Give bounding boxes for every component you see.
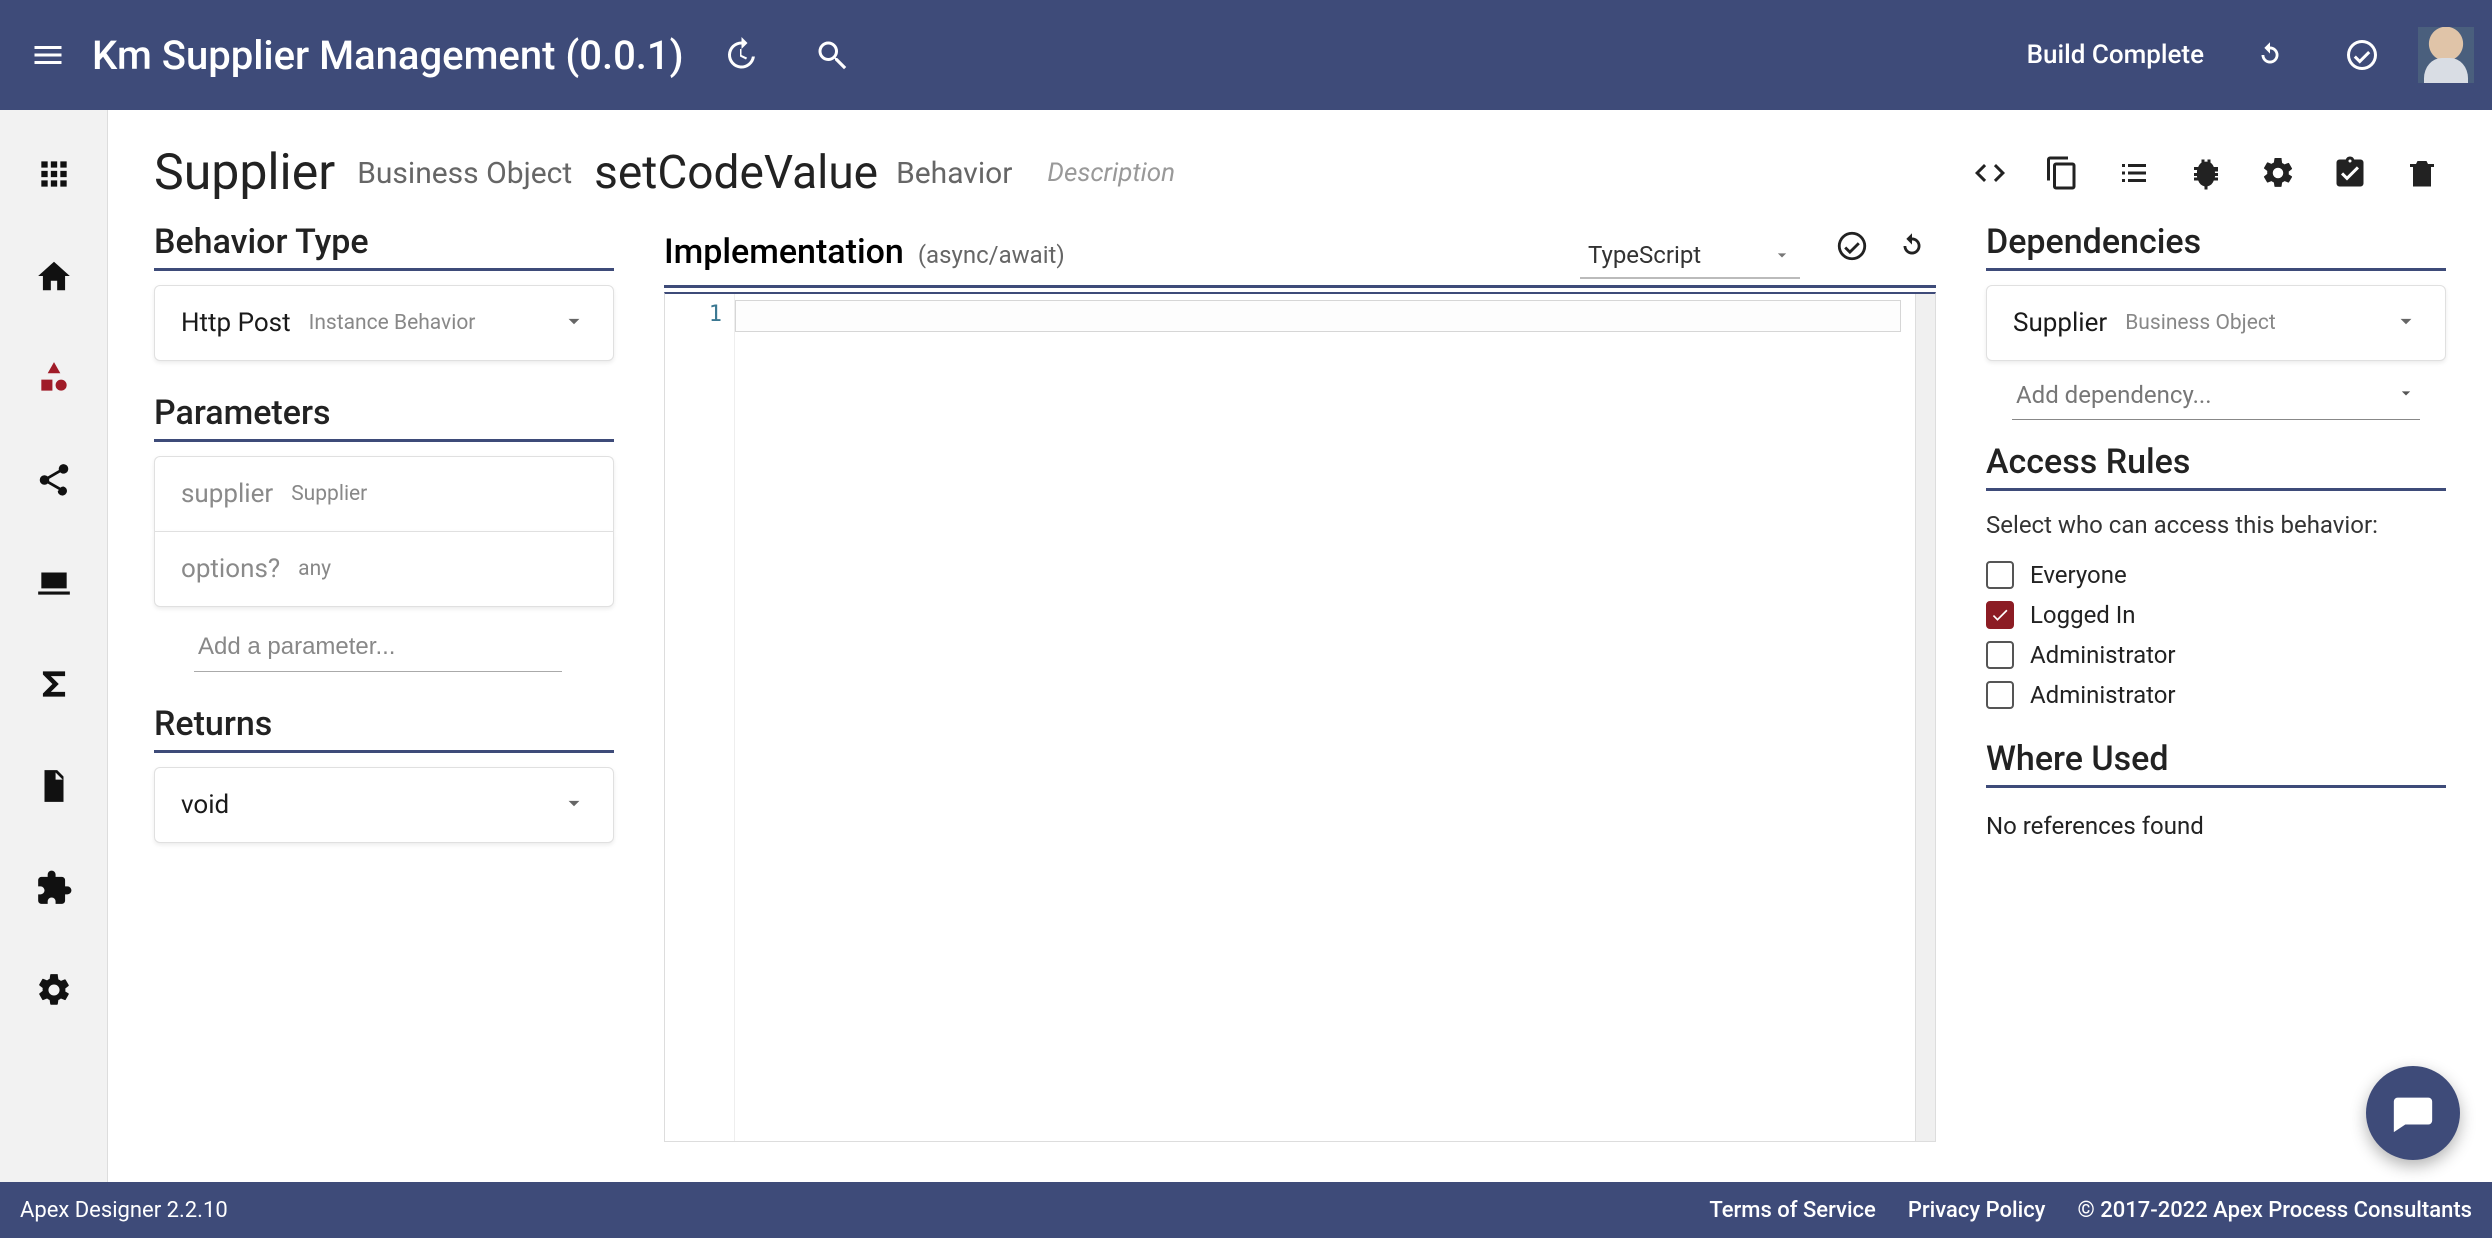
behavior-label: Behavior: [896, 156, 1012, 191]
dependency-name: Supplier: [2013, 308, 2107, 338]
rail-extension-icon[interactable]: [18, 852, 90, 924]
main-content: Supplier Business Object setCodeValue Be…: [108, 110, 2492, 1182]
line-number: 1: [665, 302, 722, 327]
copyright-text: © 2017-2022 Apex Process Consultants: [2077, 1198, 2472, 1223]
rail-file-icon[interactable]: [18, 750, 90, 822]
editor-current-line: [735, 300, 1901, 332]
behavior-type-value: Http Post: [181, 308, 291, 338]
checkbox-unchecked[interactable]: [1986, 681, 2014, 709]
refresh-icon[interactable]: [2234, 19, 2306, 91]
build-status: Build Complete: [2027, 40, 2204, 70]
implementation-title: Implementation: [664, 232, 904, 272]
returns-title: Returns: [154, 704, 614, 753]
business-object-name[interactable]: Supplier: [154, 144, 335, 202]
behavior-name[interactable]: setCodeValue: [594, 146, 878, 200]
privacy-link[interactable]: Privacy Policy: [1908, 1198, 2046, 1223]
access-rule-row[interactable]: Logged In: [1986, 601, 2446, 629]
chevron-down-icon: [561, 308, 587, 338]
business-object-type: Business Object: [357, 156, 572, 191]
returns-card[interactable]: void: [154, 767, 614, 843]
behavior-type-card[interactable]: Http Post Instance Behavior: [154, 285, 614, 361]
access-rule-row[interactable]: Administrator: [1986, 641, 2446, 669]
assignment-check-icon[interactable]: [2326, 149, 2374, 197]
editor-gutter: 1: [665, 294, 735, 1141]
dependency-card[interactable]: Supplier Business Object: [1986, 285, 2446, 361]
returns-value: void: [181, 790, 229, 820]
where-used-title: Where Used: [1986, 739, 2446, 788]
check-circle-icon[interactable]: [2326, 19, 2398, 91]
rail-laptop-icon[interactable]: [18, 546, 90, 618]
parameter-row[interactable]: supplier Supplier: [154, 456, 614, 531]
rail-home-icon[interactable]: [18, 240, 90, 312]
rail-shapes-icon[interactable]: [18, 342, 90, 414]
access-rule-label: Everyone: [2030, 561, 2127, 589]
menu-button[interactable]: [24, 31, 72, 79]
app-bar: Km Supplier Management (0.0.1) Build Com…: [0, 0, 2492, 110]
rail-share-icon[interactable]: [18, 444, 90, 516]
access-rule-label: Logged In: [2030, 601, 2136, 629]
app-version: Apex Designer 2.2.10: [20, 1198, 228, 1223]
checkbox-unchecked[interactable]: [1986, 561, 2014, 589]
chat-fab[interactable]: [2366, 1066, 2460, 1160]
where-used-text: No references found: [1986, 812, 2446, 840]
dependency-type: Business Object: [2125, 311, 2276, 335]
checkbox-checked[interactable]: [1986, 601, 2014, 629]
access-rule-label: Administrator: [2030, 641, 2176, 669]
code-editor[interactable]: 1: [664, 292, 1936, 1142]
left-column: Behavior Type Http Post Instance Behavio…: [154, 222, 614, 1182]
access-rule-label: Administrator: [2030, 681, 2176, 709]
parameter-name: options?: [181, 554, 280, 584]
code-icon[interactable]: [1966, 149, 2014, 197]
parameters-list: supplier Supplier options? any: [154, 456, 614, 607]
parameter-name: supplier: [181, 479, 273, 509]
rail-settings-icon[interactable]: [18, 954, 90, 1026]
chevron-down-icon: [2393, 308, 2419, 338]
implementation-column: Implementation (async/await) TypeScript …: [664, 222, 1936, 1182]
delete-icon[interactable]: [2398, 149, 2446, 197]
chevron-down-icon: [561, 790, 587, 820]
tos-link[interactable]: Terms of Service: [1709, 1198, 1875, 1223]
right-column: Dependencies Supplier Business Object Ad…: [1986, 222, 2446, 1182]
validate-icon[interactable]: [1828, 222, 1876, 270]
parameter-type: any: [298, 557, 331, 581]
language-select[interactable]: TypeScript: [1580, 237, 1800, 279]
language-value: TypeScript: [1588, 241, 1701, 269]
chevron-down-icon: [2396, 381, 2416, 409]
refresh-impl-icon[interactable]: [1888, 222, 1936, 270]
dependencies-title: Dependencies: [1986, 222, 2446, 271]
copy-icon[interactable]: [2038, 149, 2086, 197]
editor-scrollbar[interactable]: [1915, 294, 1935, 1141]
behavior-type-note: Instance Behavior: [309, 311, 476, 335]
add-parameter-input[interactable]: [194, 623, 562, 672]
behavior-type-title: Behavior Type: [154, 222, 614, 271]
footer-bar: Apex Designer 2.2.10 Terms of Service Pr…: [0, 1182, 2492, 1238]
search-icon[interactable]: [796, 19, 868, 91]
history-icon[interactable]: [704, 19, 776, 91]
access-rules-help: Select who can access this behavior:: [1986, 511, 2446, 539]
bug-icon[interactable]: [2182, 149, 2230, 197]
access-rule-row[interactable]: Everyone: [1986, 561, 2446, 589]
left-rail: [0, 110, 108, 1182]
user-avatar[interactable]: [2418, 27, 2474, 83]
description-placeholder[interactable]: Description: [1047, 158, 1175, 188]
checkbox-unchecked[interactable]: [1986, 641, 2014, 669]
access-rule-row[interactable]: Administrator: [1986, 681, 2446, 709]
editor-code-area[interactable]: [735, 294, 1915, 1141]
parameters-title: Parameters: [154, 393, 614, 442]
add-dependency-select[interactable]: Add dependency...: [2012, 373, 2420, 420]
rail-apps-icon[interactable]: [18, 138, 90, 210]
parameter-type: Supplier: [291, 482, 367, 506]
gear-icon[interactable]: [2254, 149, 2302, 197]
list-icon[interactable]: [2110, 149, 2158, 197]
access-rules-title: Access Rules: [1986, 442, 2446, 491]
app-title[interactable]: Km Supplier Management (0.0.1): [92, 32, 684, 79]
add-dependency-placeholder: Add dependency...: [2016, 381, 2212, 409]
parameter-row[interactable]: options? any: [154, 531, 614, 607]
implementation-mode: (async/await): [918, 241, 1065, 269]
rail-sigma-icon[interactable]: [18, 648, 90, 720]
breadcrumb-header: Supplier Business Object setCodeValue Be…: [154, 144, 2446, 202]
